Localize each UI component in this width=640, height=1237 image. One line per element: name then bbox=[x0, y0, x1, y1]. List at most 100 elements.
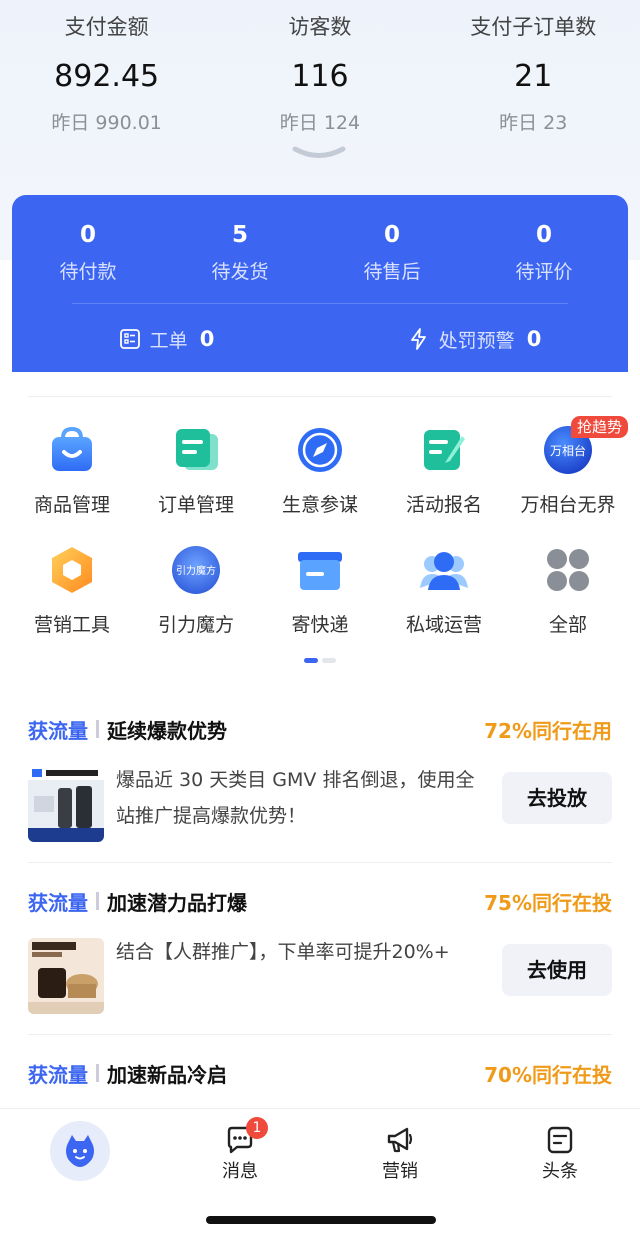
tool-grid: 商品管理 订单管理 生意参谋 活动报名 抢趋势 万相台 万相台无界 营销工具 引… bbox=[10, 416, 630, 660]
tool-order-management[interactable]: 订单管理 bbox=[134, 420, 258, 540]
tool-express-shipping[interactable]: 寄快递 bbox=[258, 540, 382, 660]
tool-wanxiangtai[interactable]: 抢趋势 万相台 万相台无界 bbox=[506, 416, 630, 540]
tab-messages[interactable]: 1 消息 bbox=[200, 1117, 280, 1183]
use-button[interactable]: 去使用 bbox=[502, 944, 612, 996]
stat-suborders[interactable]: 支付子订单数 21 昨日 23 bbox=[427, 12, 640, 136]
order-label: 待付款 bbox=[59, 261, 117, 283]
tool-label: 生意参谋 bbox=[281, 494, 358, 516]
tab-headlines[interactable]: 头条 bbox=[520, 1125, 600, 1183]
logo-text: 引力魔方 bbox=[176, 564, 216, 577]
stat-payment[interactable]: 支付金额 892.45 昨日 990.01 bbox=[0, 12, 213, 136]
tool-label: 活动报名 bbox=[405, 494, 482, 516]
compass-icon bbox=[298, 428, 342, 472]
news-icon bbox=[547, 1126, 573, 1154]
tool-business-advisor[interactable]: 生意参谋 bbox=[258, 420, 382, 540]
stat-label: 支付金额 bbox=[64, 15, 149, 39]
grid-icon bbox=[547, 549, 589, 591]
order-status-card: 0 待付款 5 待发货 0 待售后 0 待评价 工单 0 处罚预警 0 bbox=[12, 195, 628, 375]
tool-product-management[interactable]: 商品管理 bbox=[10, 420, 134, 540]
tool-label: 引力魔方 bbox=[157, 614, 234, 636]
tab-label: 头条 bbox=[542, 1161, 578, 1182]
edit-doc-icon bbox=[424, 430, 465, 470]
package-icon bbox=[298, 552, 342, 590]
order-label: 待评价 bbox=[515, 261, 573, 283]
page-indicator bbox=[304, 658, 336, 663]
chevron-down-icon[interactable] bbox=[291, 146, 347, 160]
divider bbox=[72, 303, 568, 304]
penalty-warning-link[interactable]: 处罚预警 0 bbox=[320, 323, 628, 355]
penalty-count: 0 bbox=[526, 327, 542, 351]
trend-badge: 抢趋势 bbox=[570, 416, 628, 438]
order-pending-payment[interactable]: 0 待付款 bbox=[12, 221, 164, 285]
tool-event-signup[interactable]: 活动报名 bbox=[382, 420, 506, 540]
order-after-sales[interactable]: 0 待售后 bbox=[316, 221, 468, 285]
mascot-icon bbox=[66, 1135, 94, 1167]
order-count: 0 bbox=[535, 222, 552, 248]
tool-label: 万相台无界 bbox=[520, 494, 616, 516]
stats-bar: 支付金额 892.45 昨日 990.01 访客数 116 昨日 124 支付子… bbox=[0, 12, 640, 136]
rec-description: 结合【人群推广】，下单率可提升20%+ bbox=[116, 941, 450, 963]
stat-value: 21 bbox=[514, 59, 553, 94]
product-thumbnail bbox=[28, 766, 104, 842]
rec-tag: 获流量 bbox=[28, 890, 88, 915]
order-count: 0 bbox=[79, 222, 96, 248]
home-indicator[interactable] bbox=[206, 1216, 436, 1224]
tab-home[interactable] bbox=[50, 1121, 110, 1181]
tool-label: 订单管理 bbox=[157, 494, 234, 516]
ticket-icon bbox=[119, 329, 140, 349]
megaphone-icon bbox=[387, 1127, 413, 1153]
hexagon-icon bbox=[52, 547, 92, 593]
tool-all[interactable]: 全部 bbox=[506, 540, 630, 660]
rec-title: 延续爆款优势 bbox=[107, 718, 227, 743]
stat-label: 支付子订单数 bbox=[470, 15, 597, 39]
ticket-count: 0 bbox=[199, 327, 215, 351]
tool-label: 营销工具 bbox=[33, 614, 110, 636]
tool-label: 私域运营 bbox=[405, 614, 482, 636]
order-pending-review[interactable]: 0 待评价 bbox=[468, 221, 620, 285]
stat-yesterday: 昨日 990.01 bbox=[51, 112, 162, 134]
stat-yesterday: 昨日 124 bbox=[279, 112, 361, 134]
order-label: 待发货 bbox=[211, 261, 269, 283]
page-dot bbox=[322, 658, 336, 663]
shopping-bag-icon bbox=[52, 426, 92, 471]
message-count-badge: 1 bbox=[246, 1117, 268, 1139]
order-pending-shipment[interactable]: 5 待发货 bbox=[164, 221, 316, 285]
yinlimofang-logo: 引力魔方 bbox=[172, 546, 220, 594]
stat-visitors[interactable]: 访客数 116 昨日 124 bbox=[213, 12, 426, 136]
launch-button[interactable]: 去投放 bbox=[502, 772, 612, 824]
divider bbox=[28, 1034, 612, 1035]
tab-label: 营销 bbox=[382, 1161, 418, 1182]
tool-yinlimofang[interactable]: 引力魔方 引力魔方 bbox=[134, 540, 258, 660]
stat-value: 892.45 bbox=[54, 59, 160, 94]
tool-label: 寄快递 bbox=[291, 614, 349, 636]
tool-label: 全部 bbox=[548, 614, 587, 636]
rec-tag: 获流量 bbox=[28, 718, 88, 743]
rec-tag: 获流量 bbox=[28, 1062, 88, 1087]
divider bbox=[28, 862, 612, 863]
rec-description: 爆品近 30 天类目 GMV 排名倒退，使用全站推广提高爆款优势！ bbox=[116, 769, 475, 827]
rec-stat: 75%同行在投 bbox=[484, 890, 612, 915]
order-count: 0 bbox=[383, 222, 400, 248]
rec-stat: 70%同行在投 bbox=[484, 1062, 612, 1087]
users-icon bbox=[420, 552, 468, 590]
rec-title: 加速潜力品打爆 bbox=[107, 890, 247, 915]
order-count: 5 bbox=[231, 222, 248, 248]
separator bbox=[96, 1064, 99, 1082]
main-sheet: 商品管理 订单管理 生意参谋 活动报名 抢趋势 万相台 万相台无界 营销工具 引… bbox=[0, 372, 640, 1112]
separator bbox=[96, 892, 99, 910]
tool-private-domain[interactable]: 私域运营 bbox=[382, 540, 506, 660]
tool-label: 商品管理 bbox=[33, 494, 110, 516]
tab-marketing[interactable]: 营销 bbox=[360, 1125, 440, 1183]
order-label: 待售后 bbox=[363, 261, 421, 283]
tool-marketing-tools[interactable]: 营销工具 bbox=[10, 540, 134, 660]
ticket-label: 工单 bbox=[149, 329, 188, 352]
separator bbox=[96, 720, 99, 738]
product-thumbnail bbox=[28, 938, 104, 1014]
order-doc-icon bbox=[176, 429, 218, 470]
rec-stat: 72%同行在用 bbox=[484, 718, 612, 743]
rec-title: 加速新品冷启 bbox=[107, 1062, 227, 1087]
logo-text: 万相台 bbox=[550, 443, 586, 458]
ticket-link[interactable]: 工单 0 bbox=[12, 323, 320, 355]
page-dot-active bbox=[304, 658, 318, 663]
divider bbox=[28, 396, 612, 397]
